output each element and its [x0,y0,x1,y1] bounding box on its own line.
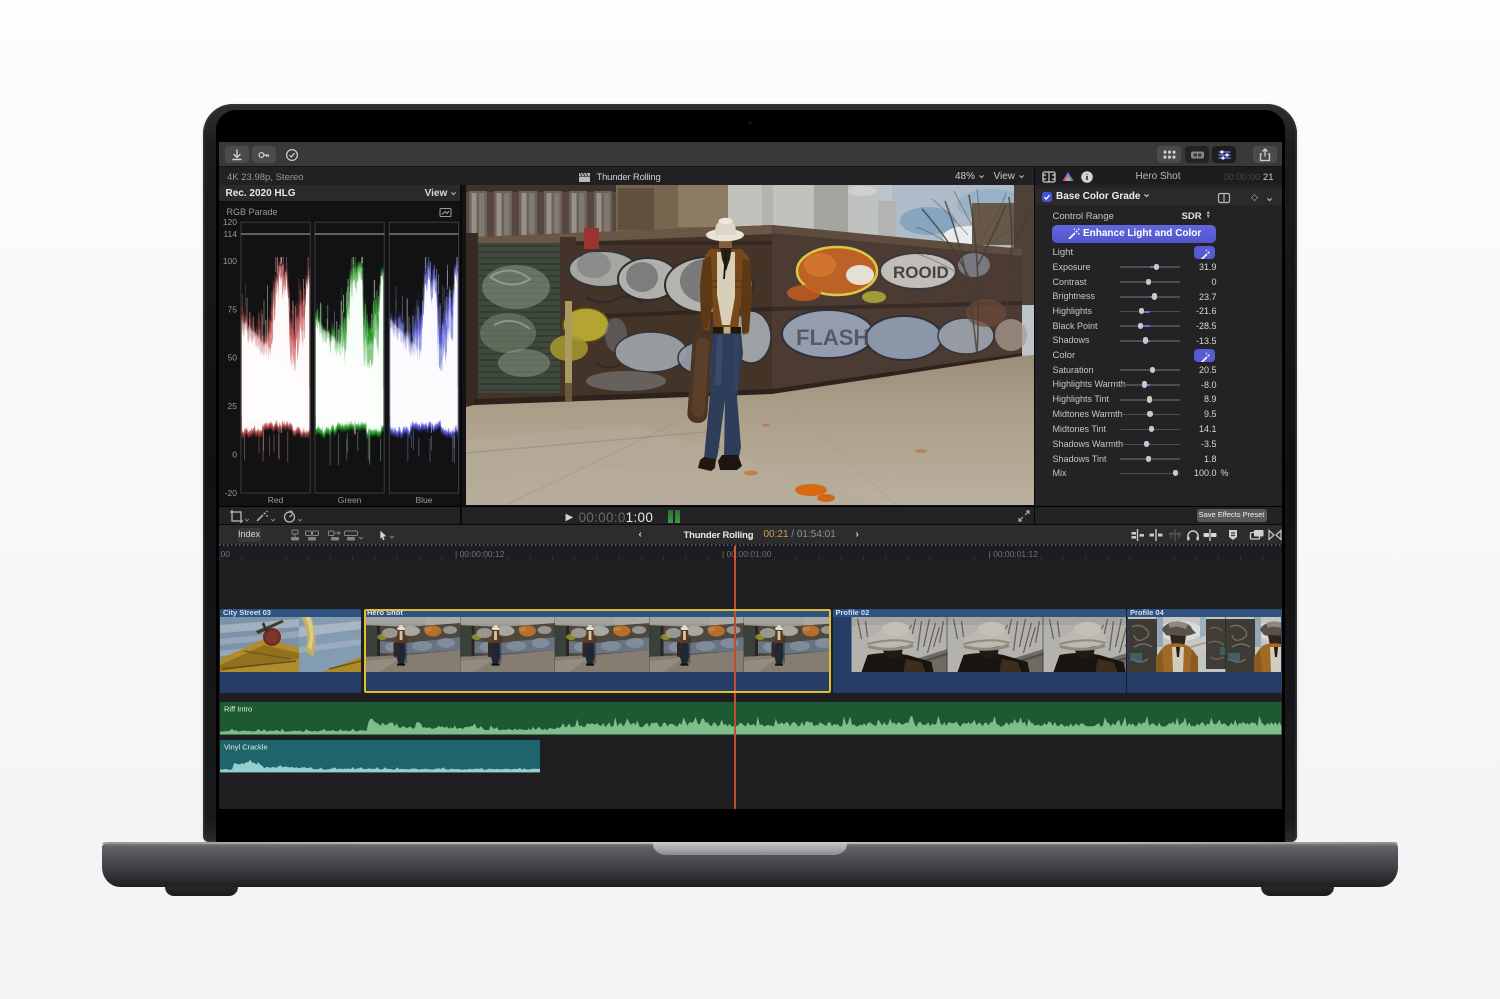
svg-text:120: 120 [222,217,236,227]
svg-text:Red: Red [267,495,283,505]
svg-text:25: 25 [227,401,237,411]
svg-text:0: 0 [232,449,237,459]
svg-text:FLASH: FLASH [796,325,869,350]
svg-text:Vinyl Crackle: Vinyl Crackle [224,742,268,751]
svg-text:Blue: Blue [415,495,432,505]
svg-text:100: 100 [222,256,236,266]
svg-text:114: 114 [223,229,237,239]
svg-text:75: 75 [227,304,237,314]
svg-text:-20: -20 [224,488,237,498]
svg-text:ROOID: ROOID [893,263,949,282]
svg-text:50: 50 [227,353,237,363]
svg-text:Green: Green [337,495,361,505]
svg-text:Riff Intro: Riff Intro [224,705,252,714]
